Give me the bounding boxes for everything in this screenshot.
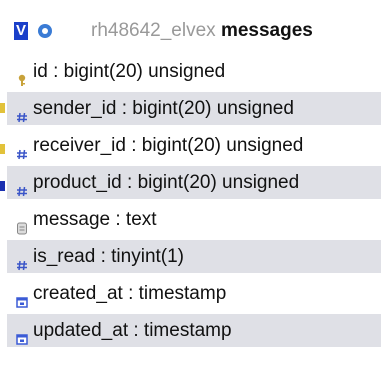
hash-icon — [16, 139, 28, 160]
database-name: rh48642_elvex — [91, 20, 216, 41]
timestamp-icon — [16, 287, 28, 308]
column-row[interactable]: updated_at : timestamp — [7, 314, 381, 347]
column-row[interactable]: id : bigint(20) unsigned — [7, 55, 381, 88]
table-header[interactable]: V rh48642_elvex messages — [7, 0, 381, 48]
relation-marker — [0, 144, 5, 154]
column-label: product_id : bigint(20) unsigned — [33, 172, 300, 193]
table-box-messages: V rh48642_elvex messages id : bigint(20)… — [7, 0, 381, 369]
column-row[interactable]: created_at : timestamp — [7, 277, 381, 310]
column-label: created_at : timestamp — [33, 283, 227, 304]
column-row[interactable]: sender_id : bigint(20) unsigned — [7, 92, 381, 125]
column-label: receiver_id : bigint(20) unsigned — [33, 135, 304, 156]
relation-marker — [0, 103, 5, 113]
options-icon[interactable] — [37, 23, 53, 39]
column-label: message : text — [33, 209, 157, 230]
hash-icon — [16, 250, 28, 271]
column-row[interactable]: is_read : tinyint(1) — [7, 240, 381, 273]
hash-icon — [16, 176, 28, 197]
timestamp-icon — [16, 324, 28, 345]
column-row[interactable]: receiver_id : bigint(20) unsigned — [7, 129, 381, 162]
column-row[interactable]: message : text — [7, 203, 381, 236]
column-label: id : bigint(20) unsigned — [33, 61, 226, 82]
view-toggle-button[interactable]: V — [14, 22, 28, 40]
column-row[interactable]: product_id : bigint(20) unsigned — [7, 166, 381, 199]
table-title: rh48642_elvex messages — [91, 20, 313, 42]
relation-marker — [0, 181, 5, 191]
text-icon — [16, 213, 28, 235]
column-label: is_read : tinyint(1) — [33, 246, 185, 267]
hash-icon — [16, 102, 28, 123]
column-label: updated_at : timestamp — [33, 320, 232, 341]
key-icon — [16, 65, 28, 86]
table-name[interactable]: messages — [221, 20, 313, 41]
column-label: sender_id : bigint(20) unsigned — [33, 98, 294, 119]
